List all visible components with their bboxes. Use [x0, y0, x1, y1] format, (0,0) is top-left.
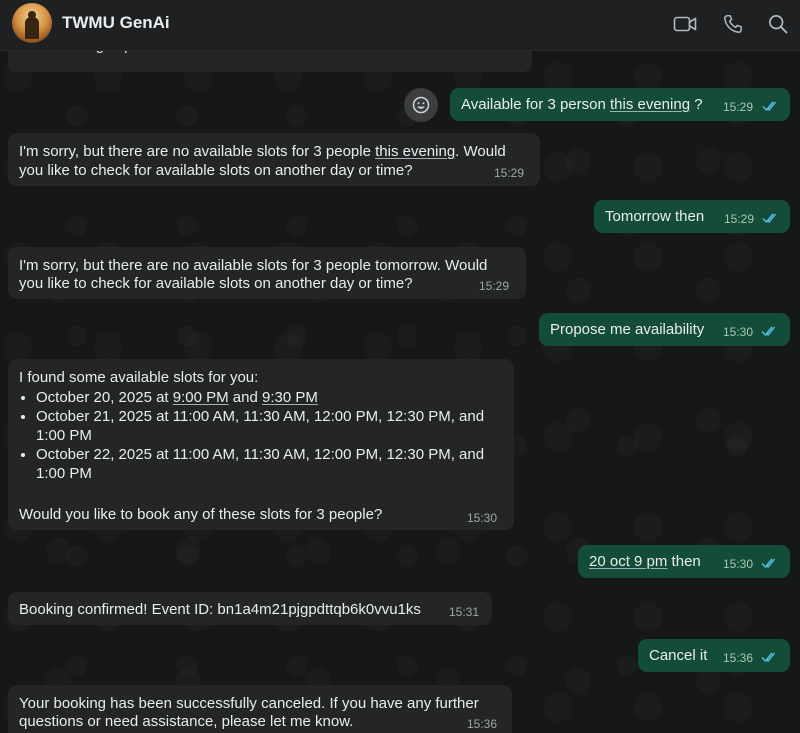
- message-text: Tomorrow then: [605, 208, 705, 225]
- message-time: 15:29: [479, 279, 510, 293]
- avatar-figure: [25, 17, 39, 39]
- message-incoming[interactable]: Booking confirmed! Event ID: bn1a4m21pjg…: [8, 592, 492, 625]
- message-line: I'm sorry, but there are no available sl…: [19, 143, 506, 160]
- message-time: 15:36: [723, 651, 754, 665]
- slot-item: October 21, 2025 at 11:00 AM, 11:30 AM, …: [36, 407, 508, 445]
- date-link[interactable]: 20 oct 9 pm: [589, 553, 667, 570]
- date-link[interactable]: this evening: [610, 96, 690, 113]
- smiley-icon: [412, 96, 430, 114]
- message-text: Propose me availability: [550, 321, 705, 338]
- message-text: 20 oct 9 pm then: [589, 553, 701, 570]
- message-line: you like to check for available slots on…: [19, 275, 413, 292]
- chat-title[interactable]: TWMU GenAi: [62, 13, 170, 33]
- date-link[interactable]: this evening: [375, 143, 455, 160]
- message-time: 15:30: [723, 557, 754, 571]
- video-icon[interactable]: [671, 10, 699, 38]
- message-line: questions or need assistance, please let…: [19, 713, 354, 730]
- time-link[interactable]: 9:00 PM: [173, 389, 229, 406]
- message-incoming[interactable]: I'm sorry, but there are no available sl…: [8, 247, 526, 299]
- message-outgoing[interactable]: 20 oct 9 pm then 15:30: [578, 545, 790, 578]
- message-outgoing[interactable]: Tomorrow then 15:29: [594, 200, 790, 233]
- read-ticks-icon: [762, 101, 777, 112]
- message-time: 15:30: [723, 325, 754, 339]
- message-text: Booking confirmed! Event ID: bn1a4m21pjg…: [19, 601, 421, 618]
- chat-header: TWMU GenAi: [0, 0, 800, 51]
- message-time: 15:29: [723, 100, 754, 114]
- message-list[interactable]: a safe dining experience. 15:28 Availabl…: [0, 36, 800, 733]
- chat-window: TWMU GenAi a safe dining experience. 15:…: [0, 0, 800, 733]
- message-time: 15:31: [449, 605, 480, 619]
- slot-item: October 20, 2025 at 9:00 PM and 9:30 PM: [36, 388, 508, 407]
- search-icon[interactable]: [764, 10, 792, 38]
- message-incoming[interactable]: Your booking has been successfully cance…: [8, 685, 512, 733]
- slot-item: October 22, 2025 at 11:00 AM, 11:30 AM, …: [36, 445, 508, 483]
- emoji-reaction-button[interactable]: [404, 88, 438, 122]
- read-ticks-icon: [761, 652, 776, 663]
- message-line: I'm sorry, but there are no available sl…: [19, 257, 488, 274]
- avatar[interactable]: [12, 3, 52, 43]
- read-ticks-icon: [762, 213, 777, 224]
- message-incoming[interactable]: I found some available slots for you: Oc…: [8, 359, 514, 530]
- message-time: 15:36: [467, 717, 498, 731]
- slot-list: October 20, 2025 at 9:00 PM and 9:30 PM …: [8, 386, 508, 483]
- message-time: 15:30: [467, 511, 498, 525]
- message-outgoing[interactable]: Available for 3 person this evening ? 15…: [450, 88, 790, 121]
- message-text: Available for 3 person this evening ?: [461, 96, 703, 113]
- phone-icon[interactable]: [719, 10, 747, 38]
- time-link[interactable]: 9:30 PM: [262, 389, 318, 406]
- message-time: 15:29: [724, 212, 755, 226]
- message-line: Your booking has been successfully cance…: [19, 695, 479, 712]
- message-outgoing[interactable]: Cancel it 15:36: [638, 639, 790, 672]
- message-time: 15:29: [494, 166, 525, 180]
- message-text: Cancel it: [649, 647, 708, 664]
- message-line: I found some available slots for you:: [19, 369, 259, 386]
- message-line: Would you like to book any of these slot…: [19, 506, 383, 523]
- read-ticks-icon: [761, 558, 776, 569]
- message-outgoing[interactable]: Propose me availability 15:30: [539, 313, 790, 346]
- message-incoming[interactable]: I'm sorry, but there are no available sl…: [8, 133, 540, 186]
- read-ticks-icon: [761, 326, 776, 337]
- message-line: you like to check for available slots on…: [19, 162, 413, 179]
